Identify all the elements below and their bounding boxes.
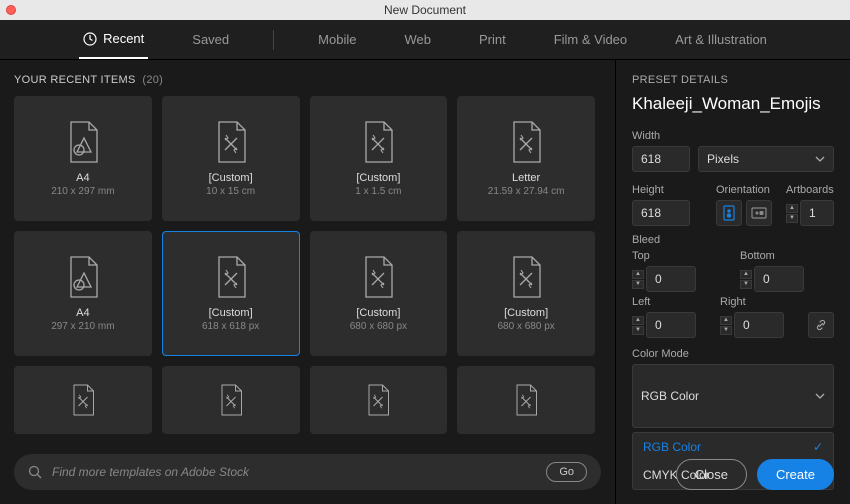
preset-label: A4: [76, 307, 89, 319]
preset-dimensions: 10 x 15 cm: [206, 186, 255, 197]
artboards-input[interactable]: [800, 200, 834, 226]
width-input[interactable]: [632, 146, 690, 172]
template-search[interactable]: Find more templates on Adobe Stock Go: [14, 454, 601, 490]
window-titlebar: New Document: [0, 0, 850, 20]
preset-item[interactable]: [162, 366, 300, 434]
window-title: New Document: [384, 3, 466, 17]
bleed-right-input[interactable]: [734, 312, 784, 338]
chevron-down-icon: [815, 156, 825, 162]
bleed-top-input[interactable]: [646, 266, 696, 292]
preset-dimensions: 618 x 618 px: [202, 321, 259, 332]
create-button[interactable]: Create: [757, 459, 834, 490]
orientation-portrait[interactable]: [716, 200, 742, 226]
link-icon: [815, 319, 827, 331]
link-bleed-button[interactable]: [808, 312, 834, 338]
preset-label: [Custom]: [356, 307, 400, 319]
category-tabs: Recent Saved Mobile Web Print Film & Vid…: [0, 20, 850, 60]
close-button[interactable]: Close: [676, 459, 747, 490]
search-placeholder: Find more templates on Adobe Stock: [52, 465, 536, 479]
preset-dimensions: 21.59 x 27.94 cm: [488, 186, 565, 197]
preset-label: [Custom]: [209, 172, 253, 184]
section-title: YOUR RECENT ITEMS (20): [14, 74, 601, 86]
height-input[interactable]: [632, 200, 690, 226]
preset-item[interactable]: [Custom] 10 x 15 cm: [162, 96, 300, 221]
preset-dimensions: 210 x 297 mm: [51, 186, 114, 197]
preset-item[interactable]: [Custom] 1 x 1.5 cm: [310, 96, 448, 221]
presets-panel: YOUR RECENT ITEMS (20) A4 210 x 297 mm [Cu…: [0, 60, 615, 504]
preset-item[interactable]: [Custom] 618 x 618 px: [162, 231, 300, 356]
close-window-icon[interactable]: [6, 5, 16, 15]
details-heading: PRESET DETAILS: [632, 74, 834, 86]
tab-art-illustration[interactable]: Art & Illustration: [671, 21, 771, 58]
tab-film-video[interactable]: Film & Video: [550, 21, 631, 58]
artboards-stepper[interactable]: ▲▼: [786, 204, 798, 223]
search-icon: [28, 465, 42, 479]
preset-dimensions: 680 x 680 px: [350, 321, 407, 332]
preset-dimensions: 680 x 680 px: [497, 321, 554, 332]
preset-item[interactable]: [310, 366, 448, 434]
tab-web[interactable]: Web: [400, 21, 435, 58]
preset-item[interactable]: A4 297 x 210 mm: [14, 231, 152, 356]
preset-dimensions: 297 x 210 mm: [51, 321, 114, 332]
bleed-left-input[interactable]: [646, 312, 696, 338]
preset-item[interactable]: [14, 366, 152, 434]
preset-label: A4: [76, 172, 89, 184]
go-button[interactable]: Go: [546, 462, 587, 482]
preset-label: [Custom]: [209, 307, 253, 319]
preset-item[interactable]: [Custom] 680 x 680 px: [457, 231, 595, 356]
tab-saved[interactable]: Saved: [188, 21, 233, 58]
tab-recent[interactable]: Recent: [79, 20, 148, 59]
tab-separator: [273, 30, 274, 50]
recent-icon: [83, 32, 97, 46]
color-option-rgb[interactable]: RGB Color✓: [633, 433, 833, 461]
preset-details-panel: PRESET DETAILS Khaleeji_Woman_Emojis Wid…: [615, 60, 850, 504]
preset-item[interactable]: [Custom] 680 x 680 px: [310, 231, 448, 356]
preset-item[interactable]: [457, 366, 595, 434]
chevron-down-icon: [815, 393, 825, 399]
tab-mobile[interactable]: Mobile: [314, 21, 360, 58]
orientation-landscape[interactable]: [746, 200, 772, 226]
document-name[interactable]: Khaleeji_Woman_Emojis: [632, 94, 834, 114]
tab-print[interactable]: Print: [475, 21, 510, 58]
color-mode-select[interactable]: RGB Color: [632, 364, 834, 428]
preset-item[interactable]: A4 210 x 297 mm: [14, 96, 152, 221]
check-icon: ✓: [813, 440, 823, 454]
preset-label: Letter: [512, 172, 540, 184]
preset-label: [Custom]: [356, 172, 400, 184]
preset-label: [Custom]: [504, 307, 548, 319]
preset-dimensions: 1 x 1.5 cm: [355, 186, 401, 197]
units-select[interactable]: Pixels: [698, 146, 834, 172]
bleed-bottom-input[interactable]: [754, 266, 804, 292]
preset-item[interactable]: Letter 21.59 x 27.94 cm: [457, 96, 595, 221]
